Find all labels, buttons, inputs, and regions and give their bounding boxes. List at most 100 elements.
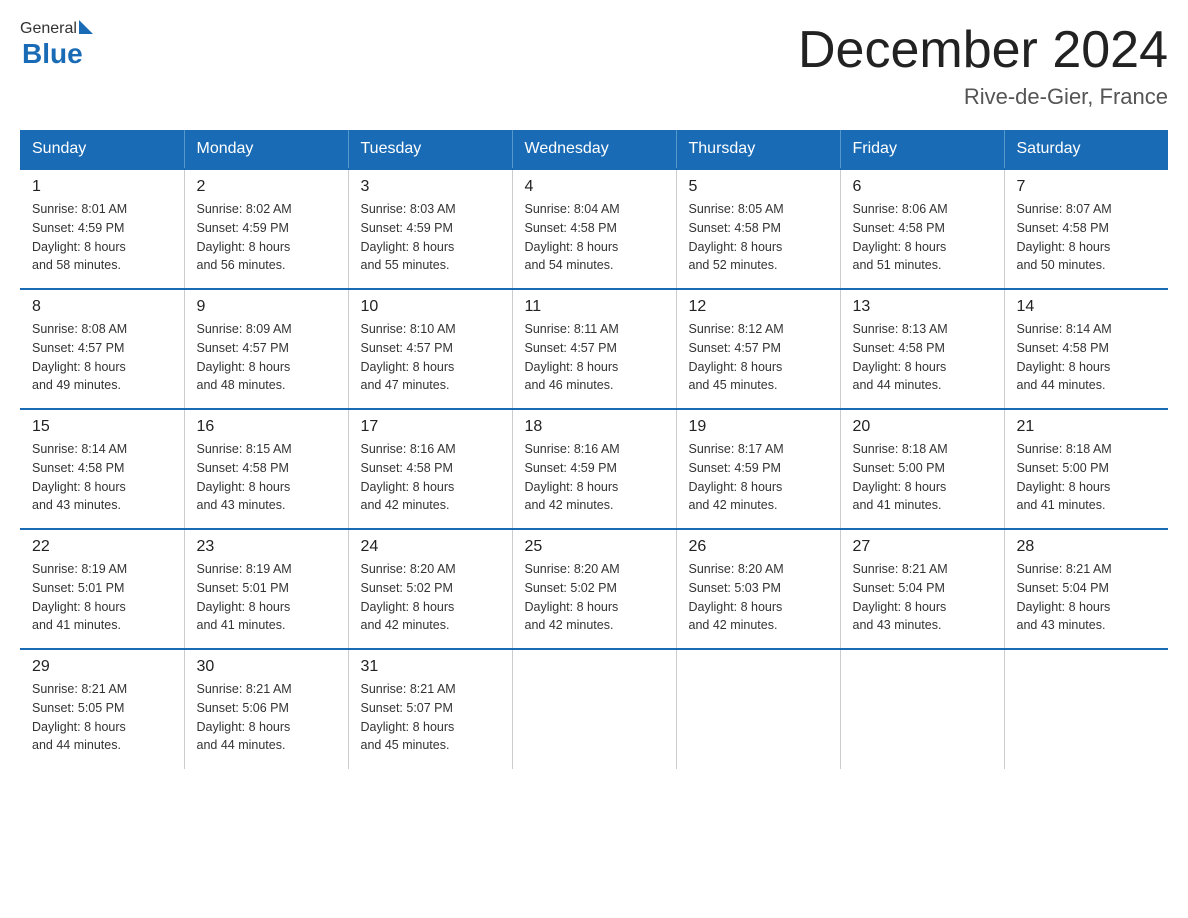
day-number: 15 <box>32 418 172 436</box>
day-number: 31 <box>361 658 500 676</box>
calendar-cell: 29 Sunrise: 8:21 AM Sunset: 5:05 PM Dayl… <box>20 649 184 769</box>
calendar-header-thursday: Thursday <box>676 130 840 169</box>
day-number: 21 <box>1017 418 1157 436</box>
logo: General Blue <box>20 20 93 70</box>
day-info: Sunrise: 8:03 AM Sunset: 4:59 PM Dayligh… <box>361 200 500 275</box>
day-info: Sunrise: 8:05 AM Sunset: 4:58 PM Dayligh… <box>689 200 828 275</box>
calendar-cell: 4 Sunrise: 8:04 AM Sunset: 4:58 PM Dayli… <box>512 169 676 289</box>
day-number: 6 <box>853 178 992 196</box>
location: Rive-de-Gier, France <box>798 84 1168 110</box>
day-number: 1 <box>32 178 172 196</box>
day-info: Sunrise: 8:12 AM Sunset: 4:57 PM Dayligh… <box>689 320 828 395</box>
day-number: 11 <box>525 298 664 316</box>
day-info: Sunrise: 8:20 AM Sunset: 5:02 PM Dayligh… <box>525 560 664 635</box>
calendar-cell: 10 Sunrise: 8:10 AM Sunset: 4:57 PM Dayl… <box>348 289 512 409</box>
calendar-cell: 28 Sunrise: 8:21 AM Sunset: 5:04 PM Dayl… <box>1004 529 1168 649</box>
calendar-week-row-3: 15 Sunrise: 8:14 AM Sunset: 4:58 PM Dayl… <box>20 409 1168 529</box>
day-info: Sunrise: 8:19 AM Sunset: 5:01 PM Dayligh… <box>197 560 336 635</box>
calendar-header-monday: Monday <box>184 130 348 169</box>
day-info: Sunrise: 8:18 AM Sunset: 5:00 PM Dayligh… <box>1017 440 1157 515</box>
day-number: 9 <box>197 298 336 316</box>
day-info: Sunrise: 8:01 AM Sunset: 4:59 PM Dayligh… <box>32 200 172 275</box>
calendar-cell: 16 Sunrise: 8:15 AM Sunset: 4:58 PM Dayl… <box>184 409 348 529</box>
day-info: Sunrise: 8:18 AM Sunset: 5:00 PM Dayligh… <box>853 440 992 515</box>
calendar-week-row-1: 1 Sunrise: 8:01 AM Sunset: 4:59 PM Dayli… <box>20 169 1168 289</box>
day-number: 23 <box>197 538 336 556</box>
calendar-cell: 17 Sunrise: 8:16 AM Sunset: 4:58 PM Dayl… <box>348 409 512 529</box>
day-number: 16 <box>197 418 336 436</box>
day-info: Sunrise: 8:21 AM Sunset: 5:05 PM Dayligh… <box>32 680 172 755</box>
calendar-week-row-4: 22 Sunrise: 8:19 AM Sunset: 5:01 PM Dayl… <box>20 529 1168 649</box>
day-info: Sunrise: 8:14 AM Sunset: 4:58 PM Dayligh… <box>1017 320 1157 395</box>
calendar-cell: 18 Sunrise: 8:16 AM Sunset: 4:59 PM Dayl… <box>512 409 676 529</box>
calendar-week-row-2: 8 Sunrise: 8:08 AM Sunset: 4:57 PM Dayli… <box>20 289 1168 409</box>
calendar-cell: 30 Sunrise: 8:21 AM Sunset: 5:06 PM Dayl… <box>184 649 348 769</box>
calendar-cell: 23 Sunrise: 8:19 AM Sunset: 5:01 PM Dayl… <box>184 529 348 649</box>
month-title: December 2024 <box>798 20 1168 80</box>
day-info: Sunrise: 8:10 AM Sunset: 4:57 PM Dayligh… <box>361 320 500 395</box>
calendar-header-saturday: Saturday <box>1004 130 1168 169</box>
day-info: Sunrise: 8:16 AM Sunset: 4:59 PM Dayligh… <box>525 440 664 515</box>
calendar-cell: 15 Sunrise: 8:14 AM Sunset: 4:58 PM Dayl… <box>20 409 184 529</box>
logo-blue-text: Blue <box>22 38 93 70</box>
calendar-cell <box>512 649 676 769</box>
day-number: 18 <box>525 418 664 436</box>
day-number: 7 <box>1017 178 1157 196</box>
calendar-header-tuesday: Tuesday <box>348 130 512 169</box>
calendar-cell: 20 Sunrise: 8:18 AM Sunset: 5:00 PM Dayl… <box>840 409 1004 529</box>
calendar-cell <box>676 649 840 769</box>
day-info: Sunrise: 8:21 AM Sunset: 5:04 PM Dayligh… <box>853 560 992 635</box>
calendar-cell: 21 Sunrise: 8:18 AM Sunset: 5:00 PM Dayl… <box>1004 409 1168 529</box>
day-number: 25 <box>525 538 664 556</box>
day-number: 24 <box>361 538 500 556</box>
day-info: Sunrise: 8:09 AM Sunset: 4:57 PM Dayligh… <box>197 320 336 395</box>
calendar-header-sunday: Sunday <box>20 130 184 169</box>
day-number: 8 <box>32 298 172 316</box>
day-number: 4 <box>525 178 664 196</box>
calendar-table: SundayMondayTuesdayWednesdayThursdayFrid… <box>20 130 1168 769</box>
calendar-cell: 8 Sunrise: 8:08 AM Sunset: 4:57 PM Dayli… <box>20 289 184 409</box>
day-info: Sunrise: 8:07 AM Sunset: 4:58 PM Dayligh… <box>1017 200 1157 275</box>
calendar-cell: 19 Sunrise: 8:17 AM Sunset: 4:59 PM Dayl… <box>676 409 840 529</box>
day-number: 26 <box>689 538 828 556</box>
calendar-week-row-5: 29 Sunrise: 8:21 AM Sunset: 5:05 PM Dayl… <box>20 649 1168 769</box>
day-info: Sunrise: 8:19 AM Sunset: 5:01 PM Dayligh… <box>32 560 172 635</box>
calendar-cell: 14 Sunrise: 8:14 AM Sunset: 4:58 PM Dayl… <box>1004 289 1168 409</box>
day-number: 2 <box>197 178 336 196</box>
day-info: Sunrise: 8:21 AM Sunset: 5:06 PM Dayligh… <box>197 680 336 755</box>
day-info: Sunrise: 8:20 AM Sunset: 5:03 PM Dayligh… <box>689 560 828 635</box>
day-number: 22 <box>32 538 172 556</box>
day-info: Sunrise: 8:16 AM Sunset: 4:58 PM Dayligh… <box>361 440 500 515</box>
calendar-cell: 1 Sunrise: 8:01 AM Sunset: 4:59 PM Dayli… <box>20 169 184 289</box>
day-info: Sunrise: 8:15 AM Sunset: 4:58 PM Dayligh… <box>197 440 336 515</box>
title-section: December 2024 Rive-de-Gier, France <box>798 20 1168 110</box>
calendar-cell: 11 Sunrise: 8:11 AM Sunset: 4:57 PM Dayl… <box>512 289 676 409</box>
calendar-header-wednesday: Wednesday <box>512 130 676 169</box>
day-number: 17 <box>361 418 500 436</box>
day-number: 19 <box>689 418 828 436</box>
day-number: 10 <box>361 298 500 316</box>
logo-line1: General <box>20 20 93 38</box>
logo-arrow-icon <box>79 20 93 34</box>
calendar-header-friday: Friday <box>840 130 1004 169</box>
day-info: Sunrise: 8:21 AM Sunset: 5:04 PM Dayligh… <box>1017 560 1157 635</box>
calendar-cell: 6 Sunrise: 8:06 AM Sunset: 4:58 PM Dayli… <box>840 169 1004 289</box>
calendar-cell: 13 Sunrise: 8:13 AM Sunset: 4:58 PM Dayl… <box>840 289 1004 409</box>
calendar-cell: 7 Sunrise: 8:07 AM Sunset: 4:58 PM Dayli… <box>1004 169 1168 289</box>
calendar-cell: 9 Sunrise: 8:09 AM Sunset: 4:57 PM Dayli… <box>184 289 348 409</box>
day-info: Sunrise: 8:17 AM Sunset: 4:59 PM Dayligh… <box>689 440 828 515</box>
day-number: 30 <box>197 658 336 676</box>
day-number: 28 <box>1017 538 1157 556</box>
calendar-cell: 25 Sunrise: 8:20 AM Sunset: 5:02 PM Dayl… <box>512 529 676 649</box>
day-info: Sunrise: 8:06 AM Sunset: 4:58 PM Dayligh… <box>853 200 992 275</box>
calendar-cell: 22 Sunrise: 8:19 AM Sunset: 5:01 PM Dayl… <box>20 529 184 649</box>
day-info: Sunrise: 8:02 AM Sunset: 4:59 PM Dayligh… <box>197 200 336 275</box>
calendar-cell: 27 Sunrise: 8:21 AM Sunset: 5:04 PM Dayl… <box>840 529 1004 649</box>
day-number: 5 <box>689 178 828 196</box>
logo-general-text: General <box>20 20 77 38</box>
day-info: Sunrise: 8:08 AM Sunset: 4:57 PM Dayligh… <box>32 320 172 395</box>
day-number: 12 <box>689 298 828 316</box>
day-number: 27 <box>853 538 992 556</box>
day-number: 20 <box>853 418 992 436</box>
day-info: Sunrise: 8:04 AM Sunset: 4:58 PM Dayligh… <box>525 200 664 275</box>
